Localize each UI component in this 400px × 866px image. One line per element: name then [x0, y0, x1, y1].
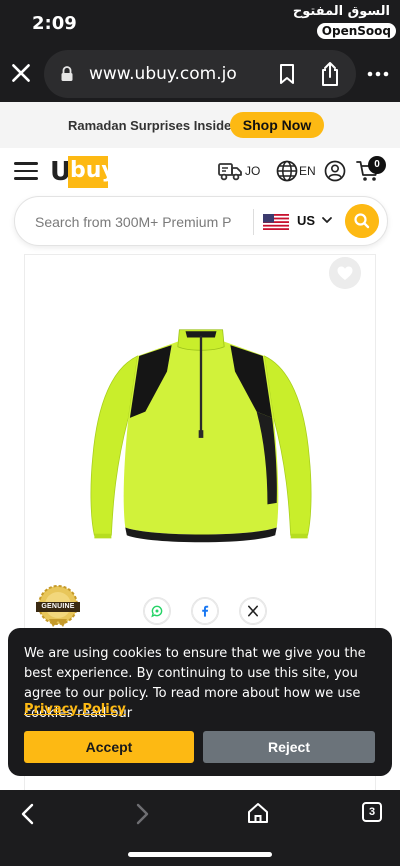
- search-bar: US: [14, 196, 388, 246]
- region-label[interactable]: US: [297, 213, 315, 228]
- cookie-consent-banner: We are using cookies to ensure that we g…: [8, 628, 392, 776]
- opensooq-watermark: السوق المفتوح OpenSooq: [293, 4, 396, 42]
- more-options-icon[interactable]: [366, 62, 390, 86]
- promo-bar: Ramadan Surprises Inside Shop Now: [0, 102, 400, 148]
- search-icon[interactable]: [345, 204, 379, 238]
- close-icon[interactable]: [8, 60, 34, 86]
- logo-buy: buy: [70, 158, 116, 183]
- cart-count-badge: 0: [368, 156, 386, 174]
- genuine-badge: GENUINE: [35, 585, 81, 629]
- home-icon[interactable]: [246, 801, 270, 825]
- share-buttons: [143, 597, 273, 627]
- promo-text: Ramadan Surprises Inside: [68, 118, 232, 133]
- status-bar: 2:09 السوق المفتوح OpenSooq: [0, 0, 400, 48]
- forward-arrow-icon[interactable]: [130, 802, 154, 826]
- reject-cookies-button[interactable]: Reject: [203, 731, 375, 763]
- ubuy-logo[interactable]: U buy: [50, 154, 116, 188]
- share-icon[interactable]: [318, 61, 342, 87]
- chevron-down-icon[interactable]: [321, 214, 333, 226]
- privacy-policy-link[interactable]: Privacy Policy: [24, 702, 126, 717]
- url-text: www.ubuy.com.jo: [89, 64, 237, 84]
- home-indicator: [128, 852, 272, 857]
- logo-box: buy: [68, 156, 116, 188]
- genuine-badge-text: GENUINE: [41, 603, 75, 610]
- language-code[interactable]: EN: [299, 164, 316, 178]
- browser-bottom-toolbar: 3: [0, 790, 400, 866]
- country-code[interactable]: JO: [245, 164, 260, 178]
- x-icon[interactable]: [239, 597, 267, 625]
- lock-icon: [61, 66, 73, 81]
- globe-icon[interactable]: [276, 160, 298, 182]
- accept-cookies-button[interactable]: Accept: [24, 731, 194, 763]
- account-icon[interactable]: [324, 160, 346, 182]
- delivery-truck-icon[interactable]: [218, 160, 242, 182]
- us-flag-icon[interactable]: [263, 214, 289, 230]
- tabs-count-button[interactable]: 3: [362, 802, 382, 822]
- back-arrow-icon[interactable]: [16, 802, 40, 826]
- heart-icon[interactable]: [329, 257, 361, 289]
- facebook-icon[interactable]: [191, 597, 219, 625]
- browser-toolbar: www.ubuy.com.jo: [0, 48, 400, 102]
- whatsapp-icon[interactable]: [143, 597, 171, 625]
- search-input[interactable]: [35, 212, 251, 232]
- status-time: 2:09: [32, 13, 77, 34]
- phone-screen: 2:09 السوق المفتوح OpenSooq www.ubuy.com…: [0, 0, 400, 866]
- opensooq-logo-text: OpenSooq: [316, 23, 396, 39]
- search-divider: [253, 209, 254, 235]
- opensooq-arabic-text: السوق المفتوح: [292, 4, 390, 19]
- shop-now-button[interactable]: Shop Now: [230, 112, 324, 138]
- address-bar[interactable]: www.ubuy.com.jo: [44, 50, 356, 98]
- product-image[interactable]: [65, 293, 337, 589]
- site-header: U buy JO EN 0: [0, 148, 400, 196]
- menu-icon[interactable]: [14, 162, 38, 182]
- bookmark-icon[interactable]: [276, 63, 298, 85]
